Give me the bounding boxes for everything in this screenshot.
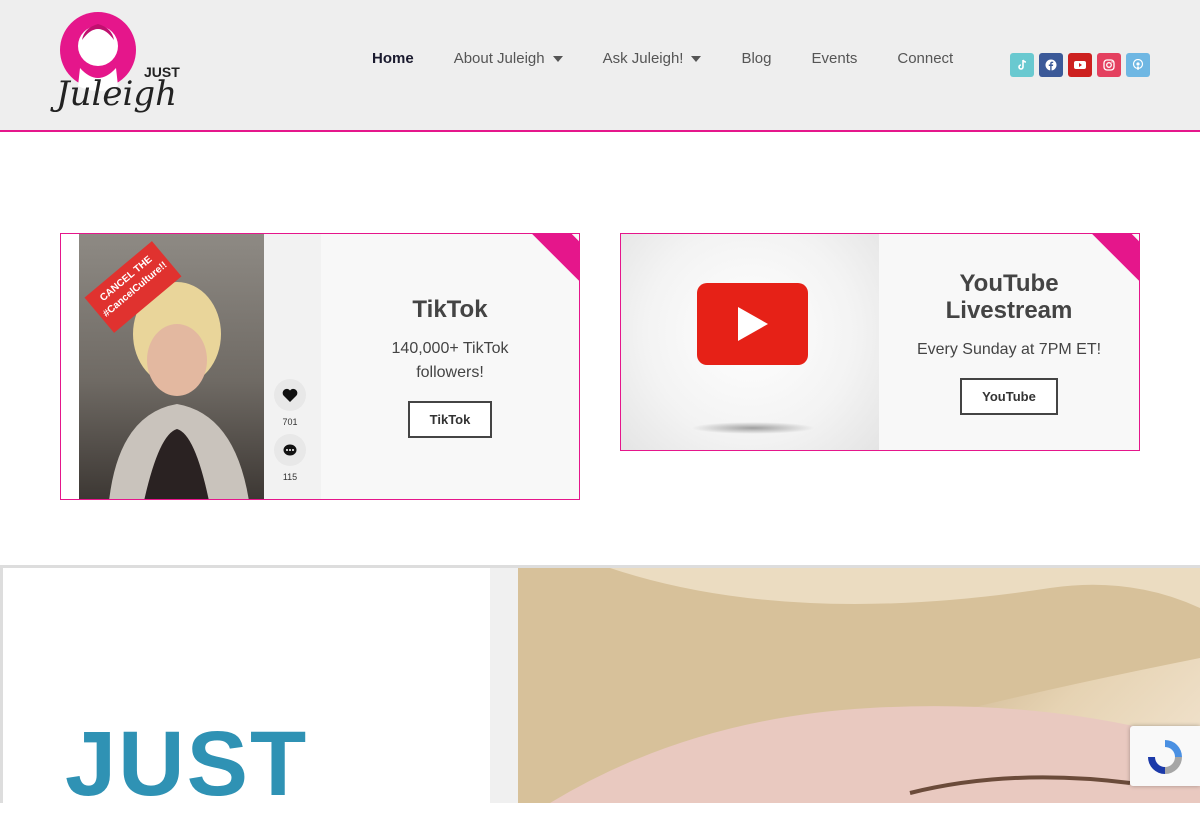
youtube-title-line-2: Livestream [945, 296, 1073, 324]
hero-portrait [490, 568, 1200, 803]
nav-about-juleigh[interactable]: About Juleigh [454, 50, 563, 67]
nav-home[interactable]: Home [372, 50, 414, 67]
play-icon [737, 307, 768, 341]
nav-about-label: About Juleigh [453, 50, 545, 67]
like-button[interactable] [274, 379, 306, 411]
instagram-icon[interactable] [1097, 53, 1121, 77]
nav-ask-juleigh[interactable]: Ask Juleigh! [603, 50, 702, 67]
youtube-icon[interactable] [1068, 53, 1092, 77]
site-logo[interactable]: JUST Juleigh [52, 8, 188, 120]
heart-icon [282, 388, 298, 402]
tiktok-card-title: TikTok [412, 295, 488, 323]
comment-button[interactable] [274, 434, 306, 466]
hero-title: JUST [65, 713, 309, 815]
podcast-icon[interactable] [1126, 53, 1150, 77]
nav-ask-label: Ask Juleigh! [602, 50, 684, 67]
caret-down-icon [691, 55, 702, 62]
tiktok-card: CANCEL THE #CancelCulture!! 701 115 TikT… [60, 233, 580, 500]
nav-connect-label: Connect [897, 50, 954, 67]
like-count: 701 [282, 417, 298, 427]
facebook-icon[interactable] [1039, 53, 1063, 77]
tiktok-button[interactable]: TikTok [407, 400, 493, 438]
caret-down-icon [552, 55, 563, 62]
youtube-button[interactable]: YouTube [960, 377, 1058, 415]
recaptcha-badge[interactable] [1130, 726, 1200, 786]
social-links [1010, 53, 1150, 77]
nav-connect[interactable]: Connect [897, 50, 953, 67]
site-header: JUST Juleigh Home About Juleigh Ask Jule… [0, 0, 1200, 132]
comment-icon [283, 444, 297, 455]
tiktok-video-thumbnail[interactable]: CANCEL THE #CancelCulture!! 701 115 [79, 234, 321, 499]
youtube-title-line-1: YouTube [959, 269, 1059, 297]
hero-text-panel: JUST [0, 568, 490, 810]
youtube-thumbnail[interactable] [621, 234, 879, 450]
main-nav: Home About Juleigh Ask Juleigh! Blog Eve… [352, 50, 973, 67]
nav-blog-label: Blog [741, 50, 772, 67]
tiktok-icon[interactable] [1010, 53, 1034, 77]
nav-events[interactable]: Events [812, 50, 858, 67]
tiktok-card-body: TikTok 140,000+ TikTok followers! TikTok [321, 234, 579, 499]
youtube-card-text: Every Sunday at 7PM ET! [916, 340, 1102, 358]
nav-home-label: Home [372, 50, 414, 67]
recaptcha-icon [1148, 740, 1182, 774]
hero-section: JUST [0, 565, 1200, 810]
nav-blog[interactable]: Blog [741, 50, 771, 67]
youtube-card: YouTube Livestream Every Sunday at 7PM E… [620, 233, 1140, 451]
comment-count: 115 [282, 472, 298, 482]
youtube-play-logo [697, 283, 808, 365]
youtube-card-body: YouTube Livestream Every Sunday at 7PM E… [879, 234, 1139, 450]
nav-events-label: Events [811, 50, 858, 67]
youtube-card-title: YouTube Livestream [946, 270, 1073, 324]
logo-text-juleigh: Juleigh [56, 74, 178, 114]
tiktok-card-text: 140,000+ TikTok followers! [391, 339, 509, 381]
